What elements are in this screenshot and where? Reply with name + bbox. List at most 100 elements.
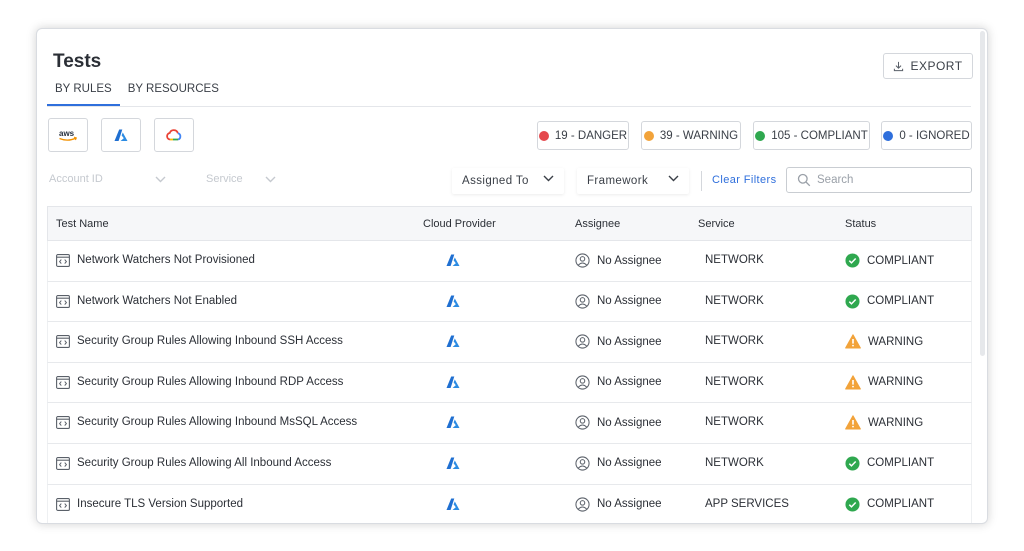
user-avatar-icon (575, 415, 590, 430)
azure-logo-icon (446, 335, 460, 348)
table-row[interactable]: Security Group Rules Allowing All Inboun… (47, 443, 972, 485)
code-window-icon (56, 254, 70, 267)
column-header-status[interactable]: Status (845, 218, 876, 230)
check-circle-icon (845, 497, 860, 512)
search-icon (797, 173, 811, 187)
test-name[interactable]: Network Watchers Not Provisioned (77, 254, 255, 266)
test-name[interactable]: Network Watchers Not Enabled (77, 295, 237, 307)
filter-divider (701, 171, 702, 191)
service-name: NETWORK (705, 335, 764, 348)
provider-filter-gcp[interactable] (154, 118, 194, 152)
search-box[interactable] (786, 167, 972, 193)
framework-dropdown[interactable]: Framework (577, 168, 689, 194)
table-row[interactable]: Network Watchers Not Enabled No Assignee… (47, 281, 972, 323)
danger-dot-icon (538, 130, 549, 141)
user-avatar-icon (575, 253, 590, 268)
code-window-icon (56, 416, 70, 430)
google-cloud-logo-icon (166, 129, 182, 141)
svg-text:aws: aws (59, 129, 75, 138)
table-row[interactable]: Security Group Rules Allowing Inbound RD… (47, 362, 972, 404)
assignee-name: No Assignee (597, 416, 662, 429)
assignee-cell[interactable]: No Assignee (575, 334, 662, 349)
assignee-cell[interactable]: No Assignee (575, 415, 662, 430)
service-label: Service (206, 173, 243, 185)
compliant-count-filter[interactable]: 105 - COMPLIANT (753, 121, 870, 150)
tests-table: Test Name Cloud Provider Assignee Servic… (47, 206, 972, 523)
export-label: EXPORT (910, 59, 963, 73)
ignored-count-filter[interactable]: 0 - IGNORED (881, 121, 972, 150)
azure-logo-icon (446, 416, 460, 429)
ignored-count-label: 0 - IGNORED (899, 129, 970, 142)
search-input[interactable] (817, 172, 965, 188)
compliant-dot-icon (755, 130, 766, 141)
azure-logo-icon (114, 129, 128, 141)
azure-logo-icon (446, 457, 460, 469)
scrollbar[interactable] (980, 31, 985, 356)
code-window-icon (56, 375, 70, 389)
status-badge: WARNING (845, 375, 923, 390)
check-circle-icon (845, 253, 860, 268)
azure-logo-icon (446, 254, 460, 266)
table-row[interactable]: Security Group Rules Allowing Inbound SS… (47, 322, 972, 363)
tab-by-rules[interactable]: BY RULES (47, 81, 120, 106)
column-header-test-name[interactable]: Test Name (56, 218, 109, 230)
view-tabs: BY RULES BY RESOURCES (47, 81, 227, 106)
chevron-down-icon (265, 176, 276, 182)
danger-count-filter[interactable]: 19 - DANGER (537, 121, 629, 150)
page-title: Tests (53, 51, 102, 72)
azure-logo-icon (446, 295, 460, 307)
table-row[interactable]: Security Group Rules Allowing Inbound Ms… (47, 403, 972, 444)
warning-count-filter[interactable]: 39 - WARNING (641, 121, 741, 150)
clear-filters-link[interactable]: Clear Filters (712, 174, 777, 186)
download-icon (894, 61, 904, 71)
test-name[interactable]: Security Group Rules Allowing Inbound Ms… (77, 416, 357, 428)
check-circle-icon (845, 294, 860, 309)
test-name[interactable]: Security Group Rules Allowing All Inboun… (77, 457, 331, 469)
table-header: Test Name Cloud Provider Assignee Servic… (47, 206, 972, 241)
table-row[interactable]: Network Watchers Not Provisioned No Assi… (47, 241, 972, 282)
assignee-cell[interactable]: No Assignee (575, 375, 662, 390)
warning-triangle-icon (845, 375, 861, 390)
account-id-filter[interactable]: Account ID (49, 173, 166, 185)
framework-label: Framework (587, 175, 649, 187)
status-badge: COMPLIANT (845, 497, 934, 512)
code-window-icon (56, 294, 70, 308)
assignee-name: No Assignee (597, 457, 662, 470)
column-header-cloud-provider[interactable]: Cloud Provider (423, 218, 496, 230)
provider-filter-aws[interactable]: aws (48, 118, 88, 152)
status-badge: WARNING (845, 334, 923, 349)
table-row[interactable]: Insecure TLS Version Supported No Assign… (47, 484, 972, 523)
test-name[interactable]: Insecure TLS Version Supported (77, 498, 243, 510)
test-name[interactable]: Security Group Rules Allowing Inbound RD… (77, 376, 343, 388)
assigned-to-label: Assigned To (462, 175, 529, 187)
chevron-down-icon (155, 176, 166, 182)
export-button[interactable]: EXPORT (883, 53, 973, 79)
code-window-icon (56, 335, 70, 349)
assignee-cell[interactable]: No Assignee (575, 294, 662, 309)
service-filter[interactable]: Service (206, 173, 276, 185)
assigned-to-dropdown[interactable]: Assigned To (452, 168, 564, 194)
code-window-icon (56, 457, 70, 470)
status-badge: COMPLIANT (845, 456, 934, 471)
tabs-divider (47, 106, 971, 107)
chevron-down-icon (668, 175, 679, 182)
assignee-name: No Assignee (597, 376, 662, 389)
warning-triangle-icon (845, 334, 861, 349)
tab-by-resources[interactable]: BY RESOURCES (120, 81, 227, 106)
status-label: WARNING (868, 335, 924, 348)
user-avatar-icon (575, 294, 590, 309)
column-header-assignee[interactable]: Assignee (575, 218, 620, 230)
check-circle-icon (845, 456, 860, 471)
service-name: NETWORK (705, 456, 764, 469)
chevron-down-icon (543, 175, 554, 182)
status-badge: COMPLIANT (845, 294, 934, 309)
code-window-icon (56, 497, 70, 511)
user-avatar-icon (575, 334, 590, 349)
column-header-service[interactable]: Service (698, 218, 735, 230)
assignee-cell[interactable]: No Assignee (575, 496, 662, 512)
test-name[interactable]: Security Group Rules Allowing Inbound SS… (77, 335, 343, 347)
assignee-cell[interactable]: No Assignee (575, 253, 662, 268)
assignee-cell[interactable]: No Assignee (575, 456, 662, 471)
aws-logo-icon: aws (59, 129, 78, 141)
provider-filter-azure[interactable] (101, 118, 141, 152)
